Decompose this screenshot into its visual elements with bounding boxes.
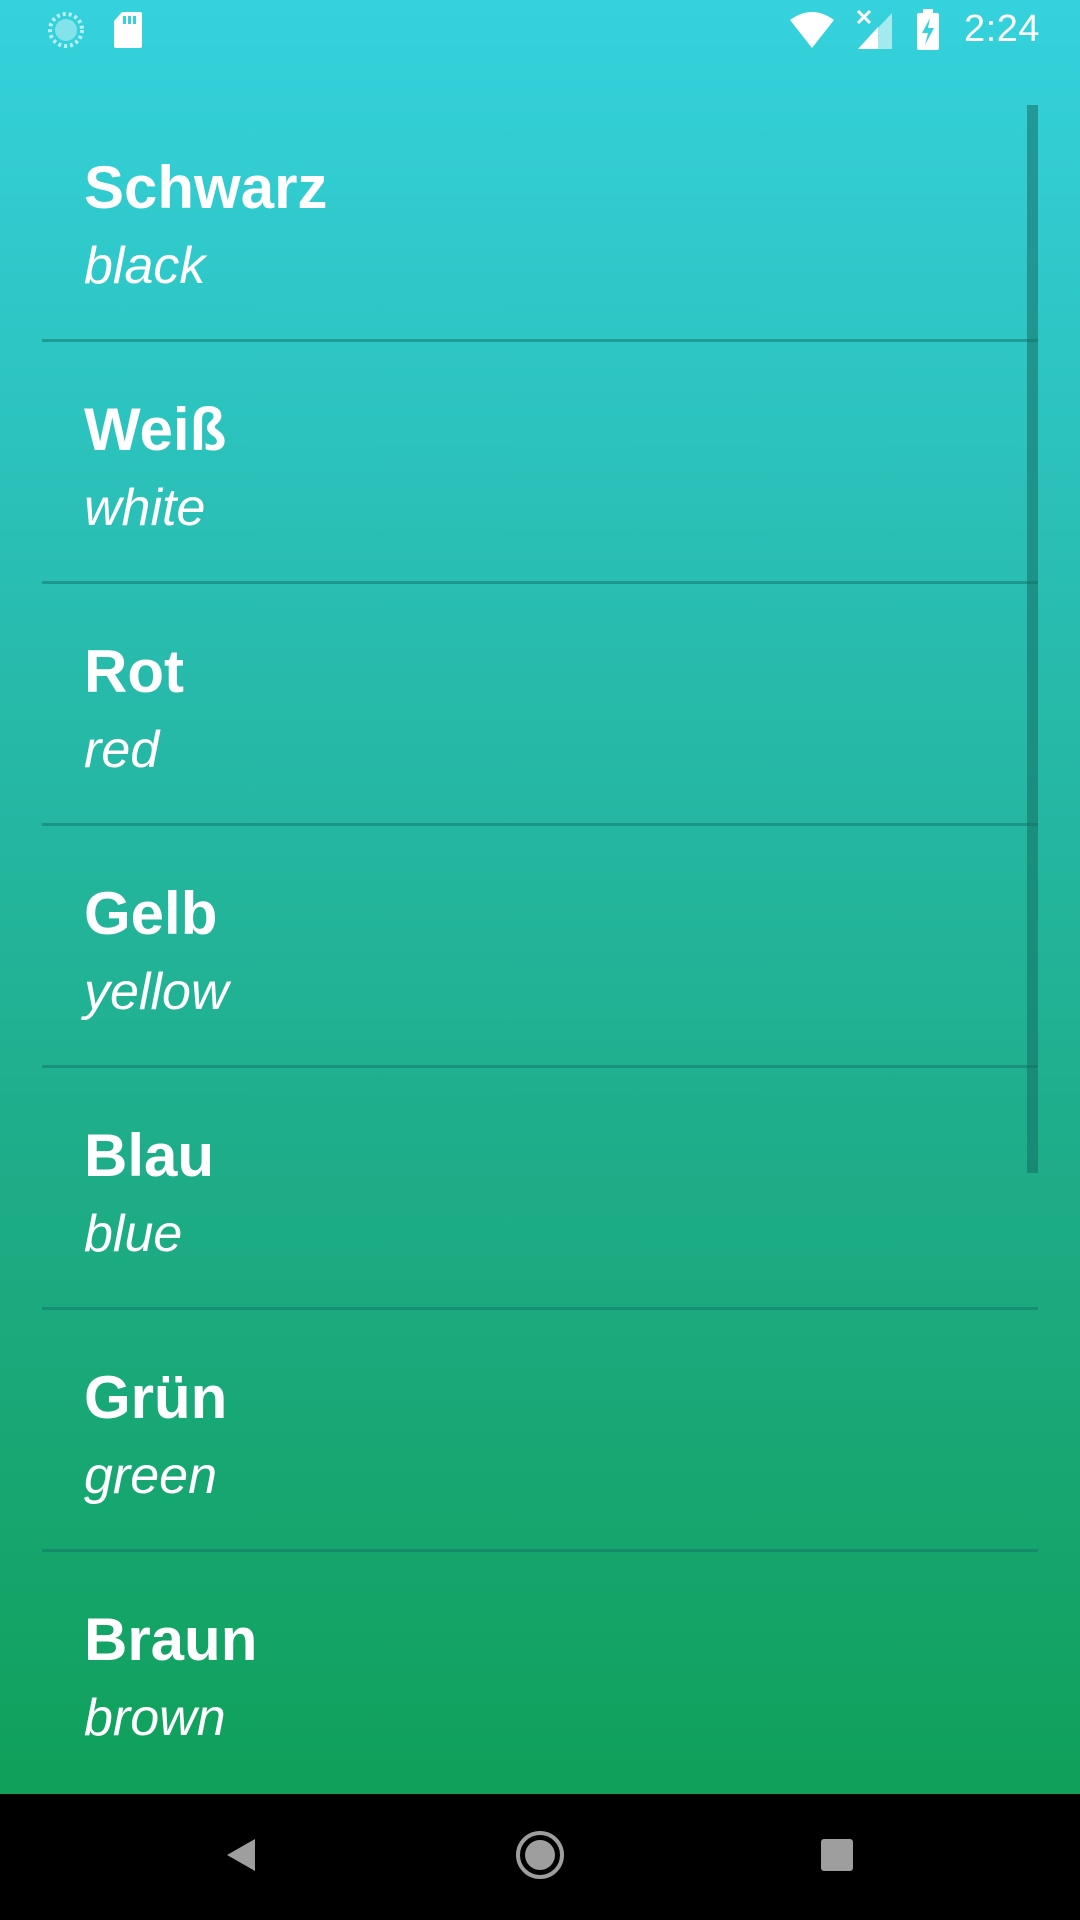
list-item[interactable]: Rot red [42, 584, 1038, 826]
list-item[interactable]: Braun brown [42, 1552, 1038, 1794]
navigation-bar [0, 1794, 1080, 1920]
english-translation: black [84, 237, 206, 295]
back-icon [223, 1835, 259, 1880]
sync-spinner-icon [46, 10, 86, 50]
list-item[interactable]: Blau blue [42, 1068, 1038, 1310]
word-list[interactable]: Schwarz black Weiß white Rot red Gelb ye… [42, 100, 1038, 1794]
list-item[interactable]: Schwarz black [42, 100, 1038, 342]
english-translation: blue [84, 1205, 183, 1263]
cellular-no-signal-icon [856, 9, 896, 51]
status-time: 2:24 [964, 8, 1040, 50]
list-item[interactable]: Weiß white [42, 342, 1038, 584]
sd-card-icon [112, 10, 144, 50]
german-word: Blau [84, 1122, 215, 1189]
list-item[interactable]: Gelb yellow [42, 826, 1038, 1068]
german-word: Weiß [84, 396, 227, 463]
english-translation: white [84, 479, 206, 537]
english-translation: yellow [84, 963, 229, 1021]
english-translation: red [84, 721, 160, 779]
recents-button[interactable] [777, 1794, 897, 1920]
english-translation: brown [84, 1689, 226, 1747]
german-word: Braun [84, 1606, 258, 1673]
home-icon [514, 1829, 566, 1886]
back-button[interactable] [181, 1794, 301, 1920]
scrollbar[interactable] [1027, 105, 1038, 1173]
home-button[interactable] [480, 1794, 600, 1920]
english-translation: green [84, 1447, 217, 1505]
recents-icon [819, 1837, 855, 1878]
wifi-icon [788, 10, 836, 50]
german-word: Schwarz [84, 154, 328, 221]
list-item[interactable]: Grün green [42, 1310, 1038, 1552]
battery-charging-icon [916, 8, 940, 51]
german-word: Gelb [84, 880, 218, 947]
status-bar: 2:24 [0, 0, 1080, 63]
german-word: Grün [84, 1364, 228, 1431]
word-list-screen: 2:24 Schwarz black Weiß white Rot red Ge… [0, 0, 1080, 1794]
german-word: Rot [84, 638, 184, 705]
